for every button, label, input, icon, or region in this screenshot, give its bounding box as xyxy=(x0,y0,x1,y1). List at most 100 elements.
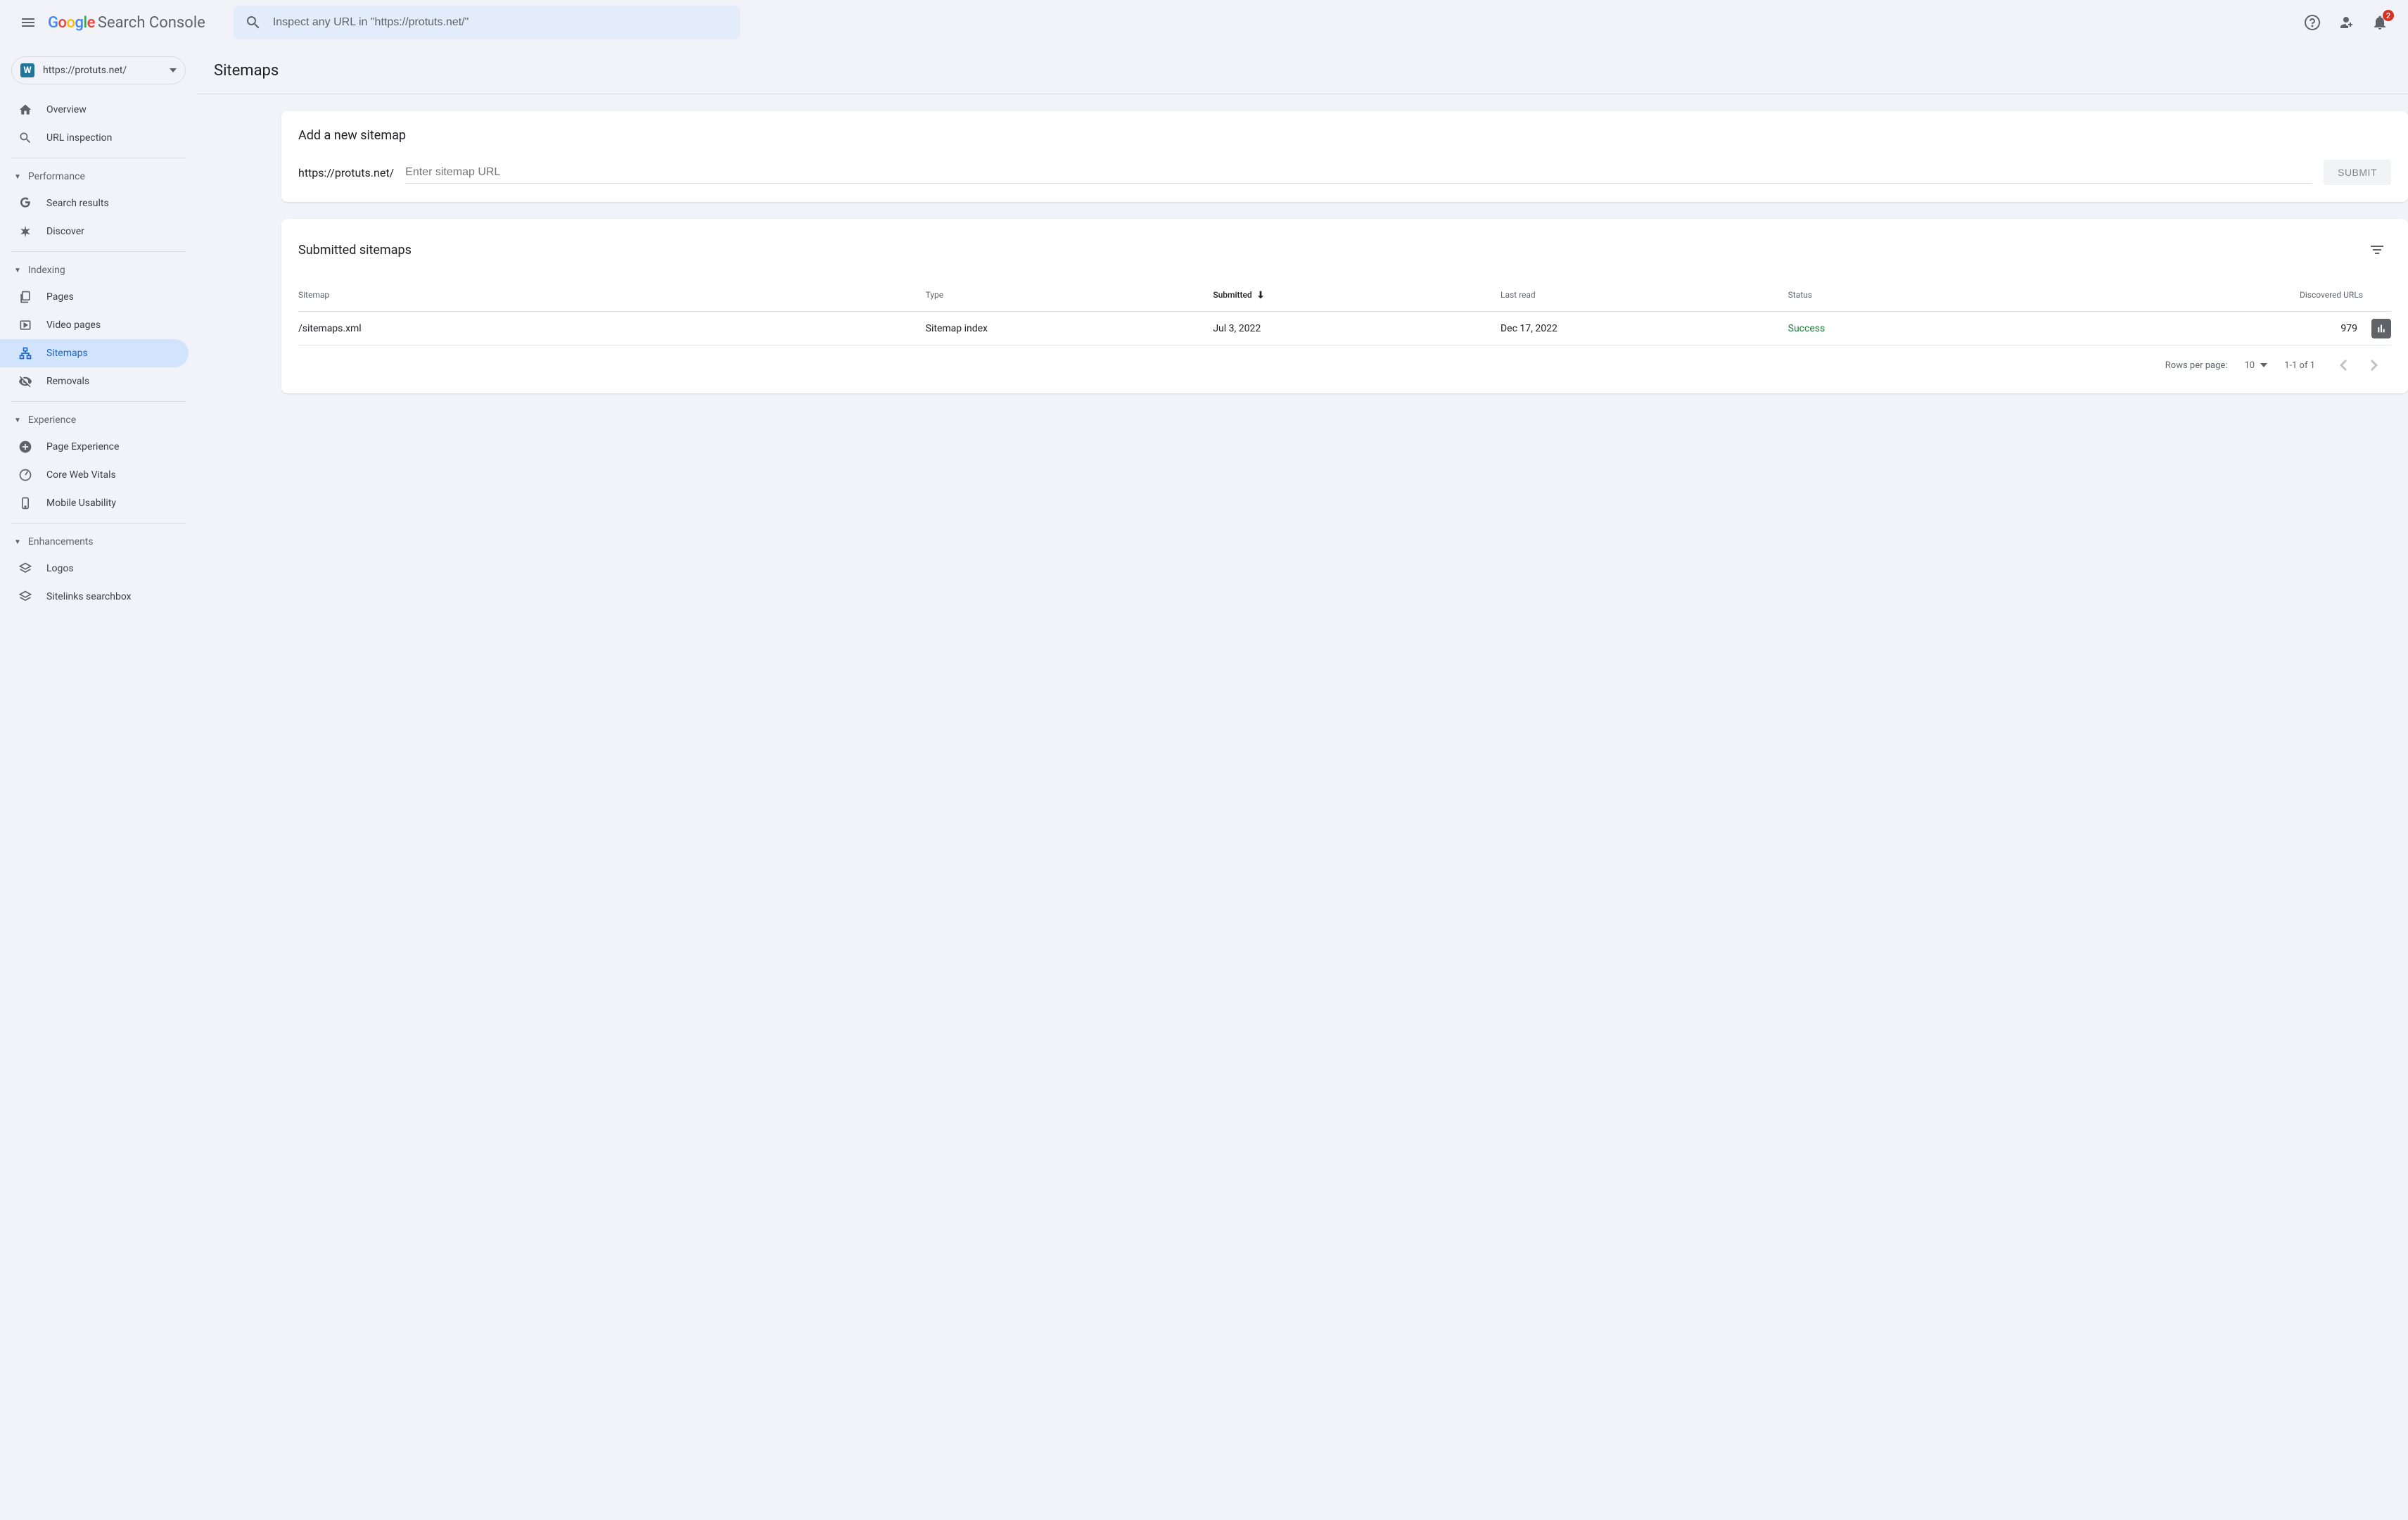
nav-label: Pages xyxy=(46,291,74,303)
pages-icon xyxy=(17,290,34,304)
property-selector[interactable]: W https://protuts.net/ xyxy=(11,56,186,84)
home-icon xyxy=(17,103,34,117)
nav-sitelinks-searchbox[interactable]: Sitelinks searchbox xyxy=(0,583,189,611)
chevron-down-icon: ▼ xyxy=(14,267,21,274)
sitemap-url-input[interactable] xyxy=(405,162,2312,184)
wordpress-icon: W xyxy=(20,63,34,77)
url-prefix: https://protuts.net/ xyxy=(298,166,394,179)
section-experience[interactable]: ▼ Experience xyxy=(0,407,197,433)
hamburger-menu[interactable] xyxy=(11,6,45,39)
main-content: Sitemaps Add a new sitemap https://protu… xyxy=(197,45,2408,1520)
search-icon xyxy=(17,131,34,145)
chevron-down-icon xyxy=(2260,363,2267,367)
cell-submitted: Jul 3, 2022 xyxy=(1213,323,1501,334)
nav-label: Search results xyxy=(46,198,109,209)
view-chart-button[interactable] xyxy=(2371,319,2391,338)
section-performance[interactable]: ▼ Performance xyxy=(0,164,197,189)
nav-page-experience[interactable]: Page Experience xyxy=(0,433,189,461)
page-title: Sitemaps xyxy=(197,45,2408,94)
nav-discover[interactable]: Discover xyxy=(0,217,189,246)
nav-label: Video pages xyxy=(46,319,101,331)
nav-removals[interactable]: Removals xyxy=(0,367,189,395)
nav-overview[interactable]: Overview xyxy=(0,96,189,124)
prev-page-button[interactable] xyxy=(2332,354,2355,376)
bar-chart-icon xyxy=(2376,323,2387,334)
col-submitted[interactable]: Submitted xyxy=(1213,289,1501,300)
chevron-down-icon: ▼ xyxy=(14,417,21,424)
nav-logos[interactable]: Logos xyxy=(0,555,189,583)
cell-type: Sitemap index xyxy=(926,323,1213,334)
gauge-icon xyxy=(17,468,34,482)
sitemap-icon xyxy=(17,346,34,360)
search-bar[interactable] xyxy=(234,6,740,39)
search-input[interactable] xyxy=(273,16,729,29)
col-urls[interactable]: Discovered URLs xyxy=(2049,290,2363,300)
users-icon xyxy=(2338,14,2355,31)
nav-label: Core Web Vitals xyxy=(46,469,116,481)
sidebar: W https://protuts.net/ Overview URL insp… xyxy=(0,45,197,1520)
nav-search-results[interactable]: Search results xyxy=(0,189,189,217)
nav-label: Removals xyxy=(46,376,89,387)
chevron-down-icon xyxy=(170,68,177,72)
logo[interactable]: Google Search Console xyxy=(48,14,205,32)
product-name: Search Console xyxy=(98,14,205,32)
users-button[interactable] xyxy=(2329,6,2363,39)
section-label: Performance xyxy=(28,171,85,182)
col-last-read[interactable]: Last read xyxy=(1501,290,1788,300)
chevron-left-icon xyxy=(2340,360,2347,371)
help-button[interactable] xyxy=(2295,6,2329,39)
col-status[interactable]: Status xyxy=(1788,290,2050,300)
divider xyxy=(11,251,186,252)
help-icon xyxy=(2304,14,2321,31)
cell-sitemap: /sitemaps.xml xyxy=(298,323,926,334)
pagination: Rows per page: 10 1-1 of 1 xyxy=(298,346,2391,376)
nav-mobile-usability[interactable]: Mobile Usability xyxy=(0,489,189,517)
nav-label: Sitemaps xyxy=(46,348,88,359)
table-row[interactable]: /sitemaps.xml Sitemap index Jul 3, 2022 … xyxy=(298,312,2391,346)
card-title: Submitted sitemaps xyxy=(298,243,412,258)
eye-off-icon xyxy=(17,374,34,388)
divider xyxy=(11,401,186,402)
filter-icon xyxy=(2369,241,2385,258)
section-label: Enhancements xyxy=(28,536,94,547)
divider xyxy=(11,523,186,524)
nav-label: Overview xyxy=(46,104,87,115)
chevron-down-icon: ▼ xyxy=(14,173,21,181)
rows-per-page-label: Rows per page: xyxy=(2165,360,2228,371)
nav-label: Logos xyxy=(46,563,74,574)
circle-plus-icon xyxy=(17,440,34,454)
col-type[interactable]: Type xyxy=(926,290,1213,300)
add-sitemap-card: Add a new sitemap https://protuts.net/ S… xyxy=(281,111,2408,202)
filter-button[interactable] xyxy=(2363,236,2391,264)
nav-label: Sitelinks searchbox xyxy=(46,591,132,602)
search-icon xyxy=(245,14,262,31)
nav-label: Discover xyxy=(46,226,84,237)
nav-url-inspection[interactable]: URL inspection xyxy=(0,124,189,152)
rows-per-page-select[interactable]: 10 xyxy=(2244,360,2267,371)
layers-icon xyxy=(17,562,34,576)
nav-label: Page Experience xyxy=(46,441,119,452)
card-title: Add a new sitemap xyxy=(298,128,2391,143)
next-page-button[interactable] xyxy=(2363,354,2385,376)
nav-label: URL inspection xyxy=(46,132,112,144)
menu-icon xyxy=(20,14,37,31)
page-range: 1-1 of 1 xyxy=(2284,360,2315,371)
cell-urls: 979 xyxy=(2049,323,2363,334)
notifications-button[interactable]: 2 xyxy=(2363,6,2397,39)
chevron-right-icon xyxy=(2371,360,2378,371)
table-header: Sitemap Type Submitted Last read Status … xyxy=(298,278,2391,312)
arrow-down-icon xyxy=(1255,289,1266,300)
notification-badge: 2 xyxy=(2383,10,2394,21)
google-g-icon xyxy=(17,196,34,210)
nav-pages[interactable]: Pages xyxy=(0,283,189,311)
nav-sitemaps[interactable]: Sitemaps xyxy=(0,339,189,367)
cell-last-read: Dec 17, 2022 xyxy=(1501,323,1788,334)
phone-icon xyxy=(17,496,34,510)
nav-video-pages[interactable]: Video pages xyxy=(0,311,189,339)
section-enhancements[interactable]: ▼ Enhancements xyxy=(0,529,197,555)
col-sitemap[interactable]: Sitemap xyxy=(298,290,926,300)
cell-status: Success xyxy=(1788,323,2050,334)
section-indexing[interactable]: ▼ Indexing xyxy=(0,258,197,283)
nav-core-web-vitals[interactable]: Core Web Vitals xyxy=(0,461,189,489)
submit-button[interactable]: SUBMIT xyxy=(2324,160,2391,185)
